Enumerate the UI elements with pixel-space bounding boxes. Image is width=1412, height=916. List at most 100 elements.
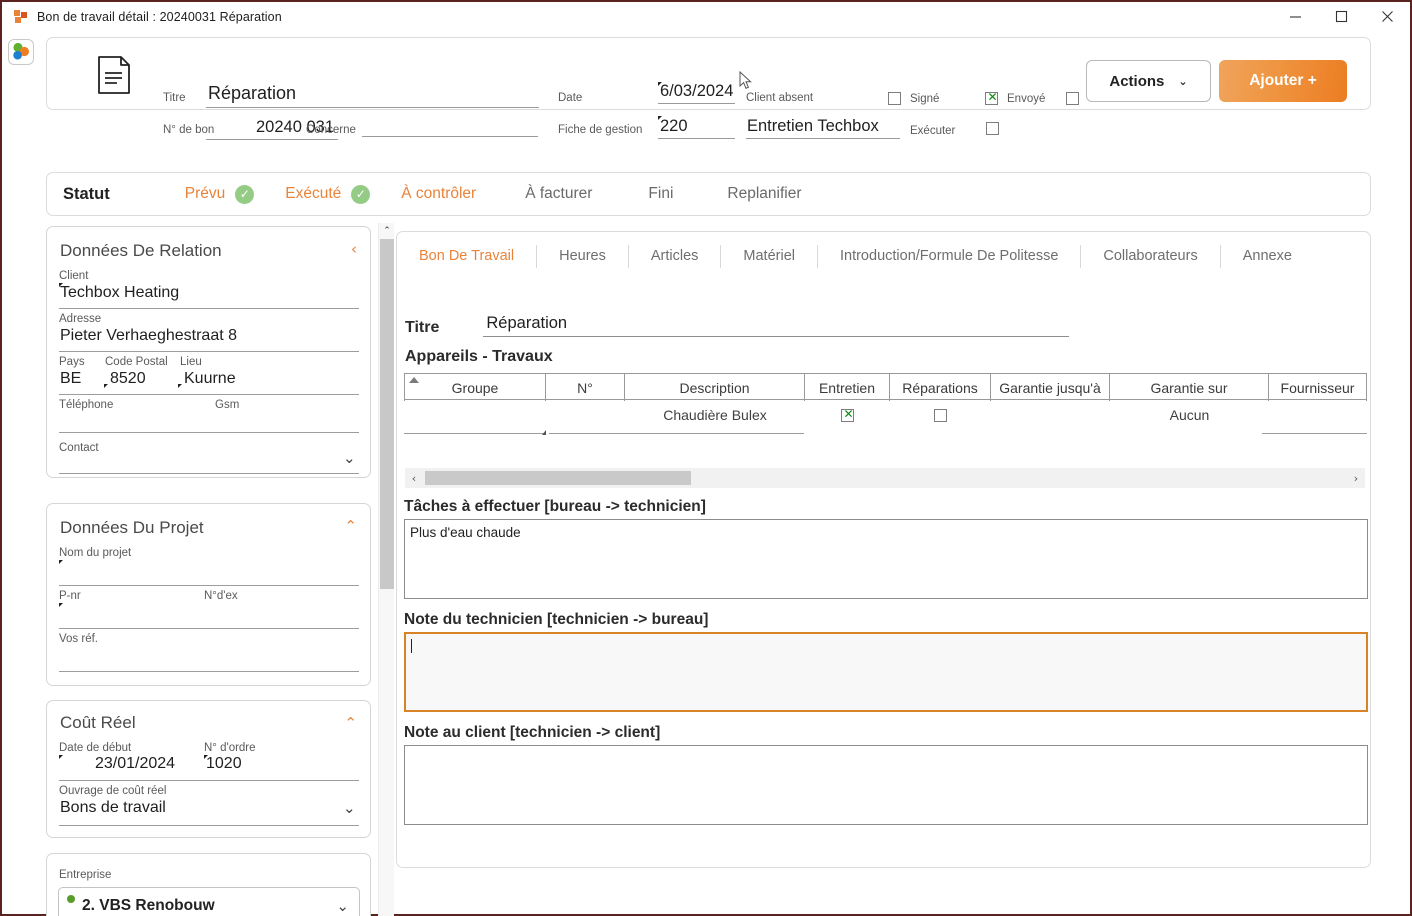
chevron-up-icon[interactable]: ⌃ bbox=[344, 714, 357, 732]
main-titre-value[interactable]: Réparation bbox=[483, 314, 1070, 337]
status-item-a-facturer[interactable]: À facturer bbox=[525, 185, 592, 203]
client-value[interactable]: Techbox Heating bbox=[60, 284, 179, 302]
chevron-up-icon[interactable]: ⌃ bbox=[344, 517, 357, 535]
pays-value[interactable]: BE bbox=[60, 370, 81, 388]
chevron-left-icon[interactable]: ‹ bbox=[351, 240, 357, 258]
envoye-extra-checkbox[interactable] bbox=[1066, 92, 1079, 105]
cell-reparations[interactable] bbox=[890, 400, 991, 430]
reparations-row-checkbox[interactable] bbox=[934, 408, 947, 422]
table-scrollbar-thumb[interactable] bbox=[425, 471, 691, 485]
status-item-a-controler[interactable]: À contrôler bbox=[401, 185, 476, 203]
sidebar-scrollbar-thumb[interactable] bbox=[380, 239, 394, 589]
col-fournisseur[interactable]: Fournisseur bbox=[1269, 374, 1367, 401]
status-item-replanifier[interactable]: Replanifier bbox=[727, 185, 801, 203]
num-ordre-value[interactable]: 1020 bbox=[206, 755, 242, 773]
adresse-value[interactable]: Pieter Verhaeghestraat 8 bbox=[60, 327, 237, 345]
scroll-right-icon[interactable]: › bbox=[1347, 472, 1365, 485]
client-absent-label: Client absent bbox=[746, 92, 814, 104]
col-numero[interactable]: N° bbox=[546, 374, 625, 401]
titre-value: Réparation bbox=[206, 83, 539, 108]
chevron-down-icon[interactable]: ⌄ bbox=[343, 449, 356, 467]
window-body: Titre Réparation N° de bon 20240 031 Con… bbox=[0, 31, 1412, 916]
col-entretien[interactable]: Entretien bbox=[805, 374, 890, 401]
chevron-down-icon: ⌄ bbox=[336, 897, 349, 915]
fiche-field[interactable]: 220 bbox=[658, 116, 735, 139]
status-dot-icon bbox=[67, 895, 75, 903]
ajouter-button[interactable]: Ajouter + bbox=[1219, 60, 1347, 102]
ndex-label: N°d'ex bbox=[204, 590, 238, 602]
col-garantie-sur[interactable]: Garantie sur bbox=[1110, 374, 1269, 401]
tab-collaborateurs[interactable]: Collaborateurs bbox=[1081, 248, 1219, 264]
col-groupe[interactable]: Groupe bbox=[404, 374, 546, 401]
status-item-prevu-label: Prévu bbox=[184, 185, 226, 202]
check-circle-icon: ✓ bbox=[351, 184, 371, 204]
entreprise-select[interactable]: 2. VBS Renobouw ⌄ bbox=[58, 887, 360, 916]
tab-bon-de-travail[interactable]: Bon De Travail bbox=[397, 248, 536, 264]
note-client-textarea[interactable] bbox=[404, 745, 1368, 825]
close-button[interactable] bbox=[1364, 1, 1410, 32]
date-field[interactable]: 6/03/2024 bbox=[658, 82, 735, 104]
ouvrage-value[interactable]: Bons de travail bbox=[60, 799, 166, 817]
date-value: 6/03/2024 bbox=[658, 82, 735, 104]
date-label: Date bbox=[558, 92, 583, 104]
header-card: Titre Réparation N° de bon 20240 031 Con… bbox=[46, 37, 1371, 140]
ouvrage-label: Ouvrage de coût réel bbox=[59, 785, 167, 797]
status-item-execute[interactable]: Exécuté ✓ bbox=[285, 184, 371, 204]
scroll-left-icon[interactable]: ‹ bbox=[405, 472, 423, 485]
cout-panel-title: Coût Réel bbox=[60, 713, 136, 732]
panel-donnees-du-projet: Données Du Projet ⌃ Nom du projet P-nr N… bbox=[46, 503, 371, 686]
table-horizontal-scrollbar[interactable]: ‹ › bbox=[405, 468, 1365, 488]
taches-value: Plus d'eau chaude bbox=[410, 525, 521, 540]
tab-annexe[interactable]: Annexe bbox=[1221, 248, 1314, 264]
pays-label: Pays bbox=[59, 356, 85, 368]
status-item-fini[interactable]: Fini bbox=[648, 185, 673, 203]
row-edit-line-description bbox=[549, 433, 804, 434]
entretien-row-checkbox[interactable] bbox=[841, 407, 855, 422]
fiche-label: Fiche de gestion bbox=[558, 124, 643, 136]
note-technicien-textarea[interactable] bbox=[404, 632, 1368, 712]
client-label: Client bbox=[59, 270, 89, 282]
lieu-value[interactable]: Kuurne bbox=[184, 370, 236, 388]
cell-groupe bbox=[404, 400, 546, 430]
entretien-field[interactable]: Entretien Techbox bbox=[746, 117, 900, 139]
titre-field[interactable]: Réparation bbox=[206, 83, 539, 108]
text-caret bbox=[411, 639, 412, 653]
contact-label: Contact bbox=[59, 442, 99, 454]
col-description[interactable]: Description bbox=[625, 374, 805, 401]
document-icon bbox=[93, 54, 135, 96]
tab-materiel[interactable]: Matériel bbox=[721, 248, 817, 264]
note-technicien-label: Note du technicien [technicien -> bureau… bbox=[404, 611, 709, 628]
tab-introduction-formule-de-politesse[interactable]: Introduction/Formule De Politesse bbox=[818, 248, 1080, 264]
telephone-label: Téléphone bbox=[59, 399, 114, 411]
status-label: Statut bbox=[63, 184, 110, 203]
concerne-label: Concerne bbox=[306, 124, 356, 136]
relation-panel-title: Données De Relation bbox=[60, 241, 222, 260]
executer-checkbox[interactable] bbox=[986, 122, 999, 135]
status-item-prevu[interactable]: Prévu ✓ bbox=[184, 184, 255, 204]
panel-entreprise: Entreprise 2. VBS Renobouw ⌄ bbox=[46, 853, 371, 916]
chevron-down-icon[interactable]: ⌄ bbox=[343, 799, 356, 817]
concerne-field[interactable] bbox=[362, 118, 538, 137]
sidebar-scrollbar[interactable]: ⌃ ⌄ bbox=[378, 223, 394, 916]
signe-checkbox[interactable] bbox=[888, 92, 901, 105]
taches-label: Tâches à effectuer [bureau -> technicien… bbox=[404, 498, 706, 515]
code-postal-value[interactable]: 8520 bbox=[110, 370, 146, 388]
minimize-button[interactable] bbox=[1272, 1, 1318, 32]
window-title: Bon de travail détail : 20240031 Réparat… bbox=[37, 9, 282, 24]
cell-entretien[interactable] bbox=[805, 400, 890, 430]
scroll-up-icon[interactable]: ⌃ bbox=[379, 223, 395, 239]
col-garantie-jusqua[interactable]: Garantie jusqu'à bbox=[991, 374, 1110, 401]
tab-heures[interactable]: Heures bbox=[537, 248, 628, 264]
table-row[interactable]: Chaudière Bulex Aucun bbox=[404, 400, 1367, 430]
envoye-checkbox[interactable] bbox=[985, 90, 999, 105]
col-reparations[interactable]: Réparations bbox=[890, 374, 991, 401]
actions-dropdown-button[interactable]: Actions ⌄ bbox=[1086, 60, 1211, 102]
main-titre-label: Titre bbox=[405, 319, 440, 336]
fiche-value: 220 bbox=[658, 117, 735, 139]
maximize-button[interactable] bbox=[1318, 1, 1364, 32]
status-bar: Statut Prévu ✓ Exécuté ✓ À contrôler À f… bbox=[46, 172, 1371, 216]
taches-textarea[interactable]: Plus d'eau chaude bbox=[404, 519, 1368, 599]
appareils-table: Groupe N° Description Entretien Réparati… bbox=[404, 373, 1367, 435]
date-debut-value[interactable]: 23/01/2024 bbox=[95, 755, 175, 773]
tab-articles[interactable]: Articles bbox=[629, 248, 721, 264]
